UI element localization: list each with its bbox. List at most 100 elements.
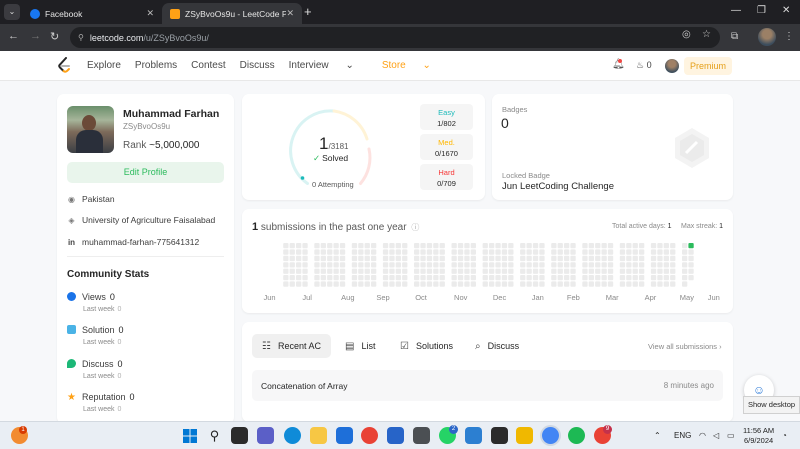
heatmap-cell[interactable] bbox=[402, 249, 408, 255]
heatmap-cell[interactable] bbox=[619, 262, 626, 268]
heatmap-cell[interactable] bbox=[470, 249, 476, 255]
heatmap-cell[interactable] bbox=[508, 281, 514, 287]
terminal-icon[interactable] bbox=[491, 427, 508, 444]
bookmark-star-icon[interactable]: ☆ bbox=[702, 29, 711, 40]
heatmap-cell[interactable] bbox=[588, 268, 594, 274]
heatmap-cell[interactable] bbox=[351, 255, 358, 262]
heatmap-cell[interactable] bbox=[663, 262, 669, 268]
heatmap-cell[interactable] bbox=[501, 249, 508, 255]
heatmap-cell[interactable] bbox=[526, 243, 532, 249]
heatmap-cell[interactable] bbox=[632, 243, 638, 249]
heatmap-cell[interactable] bbox=[670, 243, 676, 249]
sublime-text-icon[interactable] bbox=[516, 427, 533, 444]
heatmap-cell[interactable] bbox=[570, 255, 576, 262]
heatmap-cell[interactable] bbox=[327, 268, 333, 274]
heatmap-cell[interactable] bbox=[526, 268, 532, 274]
heatmap-cell[interactable] bbox=[508, 255, 514, 262]
heatmap-cell[interactable] bbox=[358, 243, 364, 249]
nav-contest[interactable]: Contest bbox=[191, 60, 225, 71]
heatmap-cell[interactable] bbox=[532, 281, 539, 287]
heatmap-cell[interactable] bbox=[320, 268, 326, 274]
heatmap-cell[interactable] bbox=[663, 243, 669, 249]
heatmap-cell[interactable] bbox=[457, 281, 464, 287]
nav-explore[interactable]: Explore bbox=[87, 60, 121, 71]
heatmap-cell[interactable] bbox=[489, 281, 495, 287]
heatmap-cell[interactable] bbox=[564, 275, 570, 281]
heatmap-cell[interactable] bbox=[364, 281, 370, 287]
heatmap-cell[interactable] bbox=[595, 262, 601, 268]
heatmap-cell[interactable] bbox=[426, 281, 433, 287]
heatmap-cell[interactable] bbox=[688, 262, 694, 268]
heatmap-cell[interactable] bbox=[464, 262, 470, 268]
heatmap-cell[interactable] bbox=[333, 255, 339, 262]
heatmap-cell[interactable] bbox=[420, 281, 426, 287]
heatmap-cell[interactable] bbox=[339, 275, 346, 281]
heatmap-cell[interactable] bbox=[582, 281, 588, 287]
heatmap-cell[interactable] bbox=[327, 275, 333, 281]
heatmap-cell[interactable] bbox=[619, 249, 626, 255]
heatmap-cell[interactable] bbox=[464, 268, 470, 274]
heatmap-cell[interactable] bbox=[482, 281, 488, 287]
heatmap-cell[interactable] bbox=[402, 268, 408, 274]
heatmap-cell[interactable] bbox=[414, 268, 420, 274]
heatmap-cell[interactable] bbox=[595, 275, 601, 281]
heatmap-cell[interactable] bbox=[557, 281, 563, 287]
heatmap-cell[interactable] bbox=[420, 268, 426, 274]
heatmap-cell[interactable] bbox=[333, 281, 339, 287]
heatmap-cell[interactable] bbox=[289, 255, 295, 262]
heatmap-cell[interactable] bbox=[551, 243, 557, 249]
view-all-submissions-link[interactable]: View all submissions › bbox=[648, 342, 722, 351]
heatmap-cell[interactable] bbox=[495, 268, 501, 274]
mail-icon[interactable] bbox=[336, 427, 353, 444]
heatmap-cell[interactable] bbox=[389, 249, 395, 255]
heatmap-cell[interactable] bbox=[451, 281, 457, 287]
heatmap-cell[interactable] bbox=[439, 243, 445, 249]
heatmap-cell[interactable] bbox=[520, 249, 526, 255]
restore-icon[interactable]: ❐ bbox=[757, 5, 766, 16]
extensions-icon[interactable]: ⧉ bbox=[731, 31, 738, 42]
heatmap-cell[interactable] bbox=[520, 255, 526, 262]
heatmap-cell[interactable] bbox=[501, 281, 508, 287]
heatmap-cell[interactable] bbox=[351, 262, 358, 268]
heatmap-cell[interactable] bbox=[457, 243, 464, 249]
heatmap-cell[interactable] bbox=[582, 268, 588, 274]
heatmap-cell[interactable] bbox=[314, 255, 320, 262]
heatmap-cell[interactable] bbox=[539, 249, 545, 255]
battery-icon[interactable]: ▭ bbox=[727, 431, 735, 440]
heatmap-cell[interactable] bbox=[657, 255, 663, 262]
heatmap-cell[interactable] bbox=[420, 275, 426, 281]
heatmap-cell[interactable] bbox=[457, 249, 464, 255]
chrome-active-icon[interactable] bbox=[542, 427, 559, 444]
heatmap-cell[interactable] bbox=[296, 243, 302, 249]
heatmap-cell[interactable] bbox=[470, 275, 476, 281]
url-bar[interactable]: ⚲ leetcode.com/u/ZSyBvoOs9u/ ◎ ☆ bbox=[70, 27, 720, 48]
browser-menu-icon[interactable]: ⋮ bbox=[784, 31, 794, 42]
heatmap-cell[interactable] bbox=[426, 268, 433, 274]
heatmap-cell[interactable] bbox=[289, 249, 295, 255]
heatmap-cell[interactable] bbox=[327, 243, 333, 249]
heatmap-cell[interactable] bbox=[639, 275, 645, 281]
heatmap-cell[interactable] bbox=[302, 268, 308, 274]
heatmap-cell[interactable] bbox=[283, 281, 289, 287]
heatmap-cell[interactable] bbox=[495, 255, 501, 262]
heatmap-cell[interactable] bbox=[551, 268, 557, 274]
heatmap-cell[interactable] bbox=[557, 275, 563, 281]
heatmap-cell[interactable] bbox=[495, 275, 501, 281]
tab-leetcode[interactable]: ZSyBvoOs9u - LeetCode Profile ✕ bbox=[162, 3, 302, 24]
heatmap-cell[interactable] bbox=[470, 255, 476, 262]
heatmap-cell[interactable] bbox=[526, 275, 532, 281]
heatmap-cell[interactable] bbox=[358, 262, 364, 268]
heatmap-cell[interactable] bbox=[626, 243, 632, 249]
heatmap-cell[interactable] bbox=[657, 249, 663, 255]
heatmap-cell[interactable] bbox=[351, 275, 358, 281]
heatmap-cell[interactable] bbox=[482, 275, 488, 281]
heatmap-cell[interactable] bbox=[339, 255, 346, 262]
heatmap-cell[interactable] bbox=[564, 243, 570, 249]
heatmap-cell[interactable] bbox=[632, 262, 638, 268]
heatmap-cell[interactable] bbox=[607, 268, 614, 274]
heatmap-cell[interactable] bbox=[296, 249, 302, 255]
heatmap-cell[interactable] bbox=[382, 262, 389, 268]
heatmap-cell[interactable] bbox=[296, 281, 302, 287]
heatmap-cell[interactable] bbox=[626, 249, 632, 255]
heatmap-cell[interactable] bbox=[526, 255, 532, 262]
